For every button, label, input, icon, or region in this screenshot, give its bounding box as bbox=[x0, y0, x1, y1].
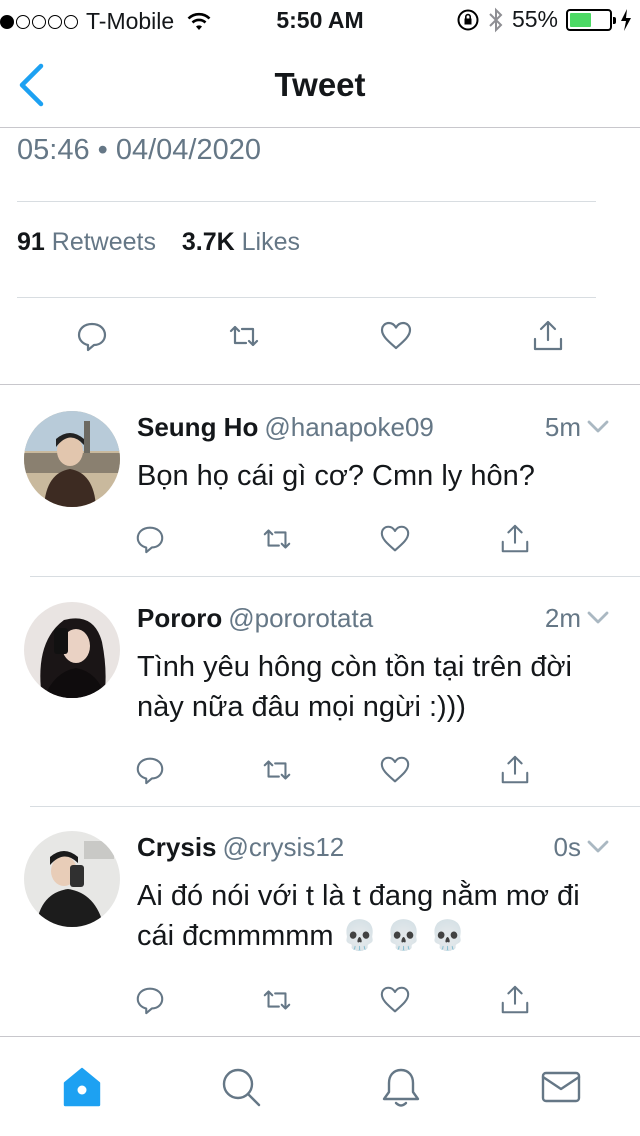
avatar[interactable] bbox=[24, 831, 120, 927]
tweet-stats: 91 Retweets 3.7K Likes bbox=[17, 228, 300, 257]
retweet-button[interactable] bbox=[224, 316, 264, 356]
page-title: Tweet bbox=[274, 66, 366, 103]
tab-notifications[interactable] bbox=[377, 1063, 425, 1111]
retweets-count[interactable]: 91 bbox=[17, 228, 45, 256]
share-icon bbox=[501, 985, 529, 1014]
reply-button[interactable] bbox=[130, 750, 170, 790]
tab-messages[interactable] bbox=[537, 1063, 585, 1111]
chevron-down-icon[interactable] bbox=[585, 605, 611, 631]
messages-icon bbox=[541, 1071, 581, 1103]
reply-actions bbox=[0, 750, 640, 790]
avatar[interactable] bbox=[24, 411, 120, 507]
navigation-bar: Tweet bbox=[0, 40, 640, 128]
notifications-icon bbox=[382, 1068, 420, 1107]
author-handle[interactable]: @crysis12 bbox=[223, 832, 345, 862]
tweet-timestamp: 05:46 • 04/04/2020 bbox=[17, 134, 261, 166]
bluetooth-icon bbox=[489, 7, 503, 32]
retweet-icon bbox=[263, 529, 291, 549]
author-handle[interactable]: @pororotata bbox=[228, 603, 373, 633]
reply-button[interactable] bbox=[72, 316, 112, 356]
rotation-lock-icon bbox=[457, 9, 479, 30]
author-name[interactable]: Pororo bbox=[137, 603, 222, 633]
charging-bolt-icon bbox=[621, 8, 631, 31]
reply-header: Seung Ho @hanapoke09 5m bbox=[137, 412, 617, 448]
retweet-icon bbox=[229, 325, 259, 347]
reply-time: 0s bbox=[553, 832, 581, 862]
tweet-actions bbox=[0, 316, 640, 368]
like-button[interactable] bbox=[376, 316, 416, 356]
reply-button[interactable] bbox=[130, 980, 170, 1020]
tab-bar bbox=[0, 1036, 640, 1136]
reply-actions bbox=[0, 980, 640, 1020]
divider bbox=[30, 806, 640, 807]
divider bbox=[30, 576, 640, 577]
author-name[interactable]: Seung Ho bbox=[137, 412, 258, 442]
like-button[interactable] bbox=[375, 519, 415, 559]
reply-icon bbox=[136, 987, 164, 1015]
share-icon bbox=[501, 755, 529, 784]
divider bbox=[0, 384, 640, 385]
chevron-down-icon[interactable] bbox=[585, 834, 611, 860]
share-button[interactable] bbox=[495, 750, 535, 790]
retweets-label[interactable]: Retweets bbox=[52, 228, 156, 256]
reply-icon bbox=[136, 526, 164, 554]
reply-text: Tình yêu hông còn tồn tại trên đời này n… bbox=[137, 651, 572, 723]
search-icon bbox=[222, 1068, 261, 1107]
reply-actions bbox=[0, 519, 640, 559]
avatar[interactable] bbox=[24, 602, 120, 698]
status-bar: T-Mobile 5:50 AM 55% bbox=[0, 0, 640, 40]
like-button[interactable] bbox=[375, 980, 415, 1020]
retweet-icon bbox=[263, 760, 291, 780]
reply-icon bbox=[77, 322, 107, 352]
like-button[interactable] bbox=[375, 750, 415, 790]
retweet-button[interactable] bbox=[257, 980, 297, 1020]
author-handle[interactable]: @hanapoke09 bbox=[264, 412, 434, 442]
home-icon bbox=[63, 1067, 101, 1107]
retweet-button[interactable] bbox=[257, 750, 297, 790]
chevron-down-icon[interactable] bbox=[585, 414, 611, 440]
share-icon bbox=[501, 524, 529, 553]
heart-icon bbox=[380, 525, 410, 552]
reply-icon bbox=[136, 757, 164, 785]
divider bbox=[17, 297, 596, 298]
share-icon bbox=[533, 320, 563, 351]
share-button[interactable] bbox=[495, 980, 535, 1020]
tab-home[interactable] bbox=[58, 1063, 106, 1111]
reply-time: 5m bbox=[544, 412, 581, 442]
battery-icon bbox=[566, 8, 616, 31]
retweet-icon bbox=[263, 990, 291, 1010]
heart-icon bbox=[380, 986, 410, 1013]
reply-text: Ai đó nói với t là t đang nằm mơ đi cái … bbox=[137, 880, 580, 952]
reply-text: Bọn họ cái gì cơ? Cmn ly hôn? bbox=[137, 460, 535, 492]
heart-icon bbox=[380, 756, 410, 783]
author-name[interactable]: Crysis bbox=[137, 832, 217, 862]
reply-header: Crysis @crysis12 0s bbox=[137, 832, 617, 868]
divider bbox=[17, 201, 596, 202]
reply-header: Pororo @pororotata 2m bbox=[137, 603, 617, 639]
likes-label[interactable]: Likes bbox=[242, 228, 300, 256]
reply-time: 2m bbox=[544, 603, 581, 633]
likes-count[interactable]: 3.7K bbox=[182, 228, 235, 256]
battery-percent: 55% bbox=[511, 6, 558, 32]
tab-search[interactable] bbox=[217, 1063, 265, 1111]
reply-button[interactable] bbox=[130, 519, 170, 559]
retweet-button[interactable] bbox=[257, 519, 297, 559]
share-button[interactable] bbox=[495, 519, 535, 559]
heart-icon bbox=[380, 321, 412, 350]
share-button[interactable] bbox=[528, 316, 568, 356]
